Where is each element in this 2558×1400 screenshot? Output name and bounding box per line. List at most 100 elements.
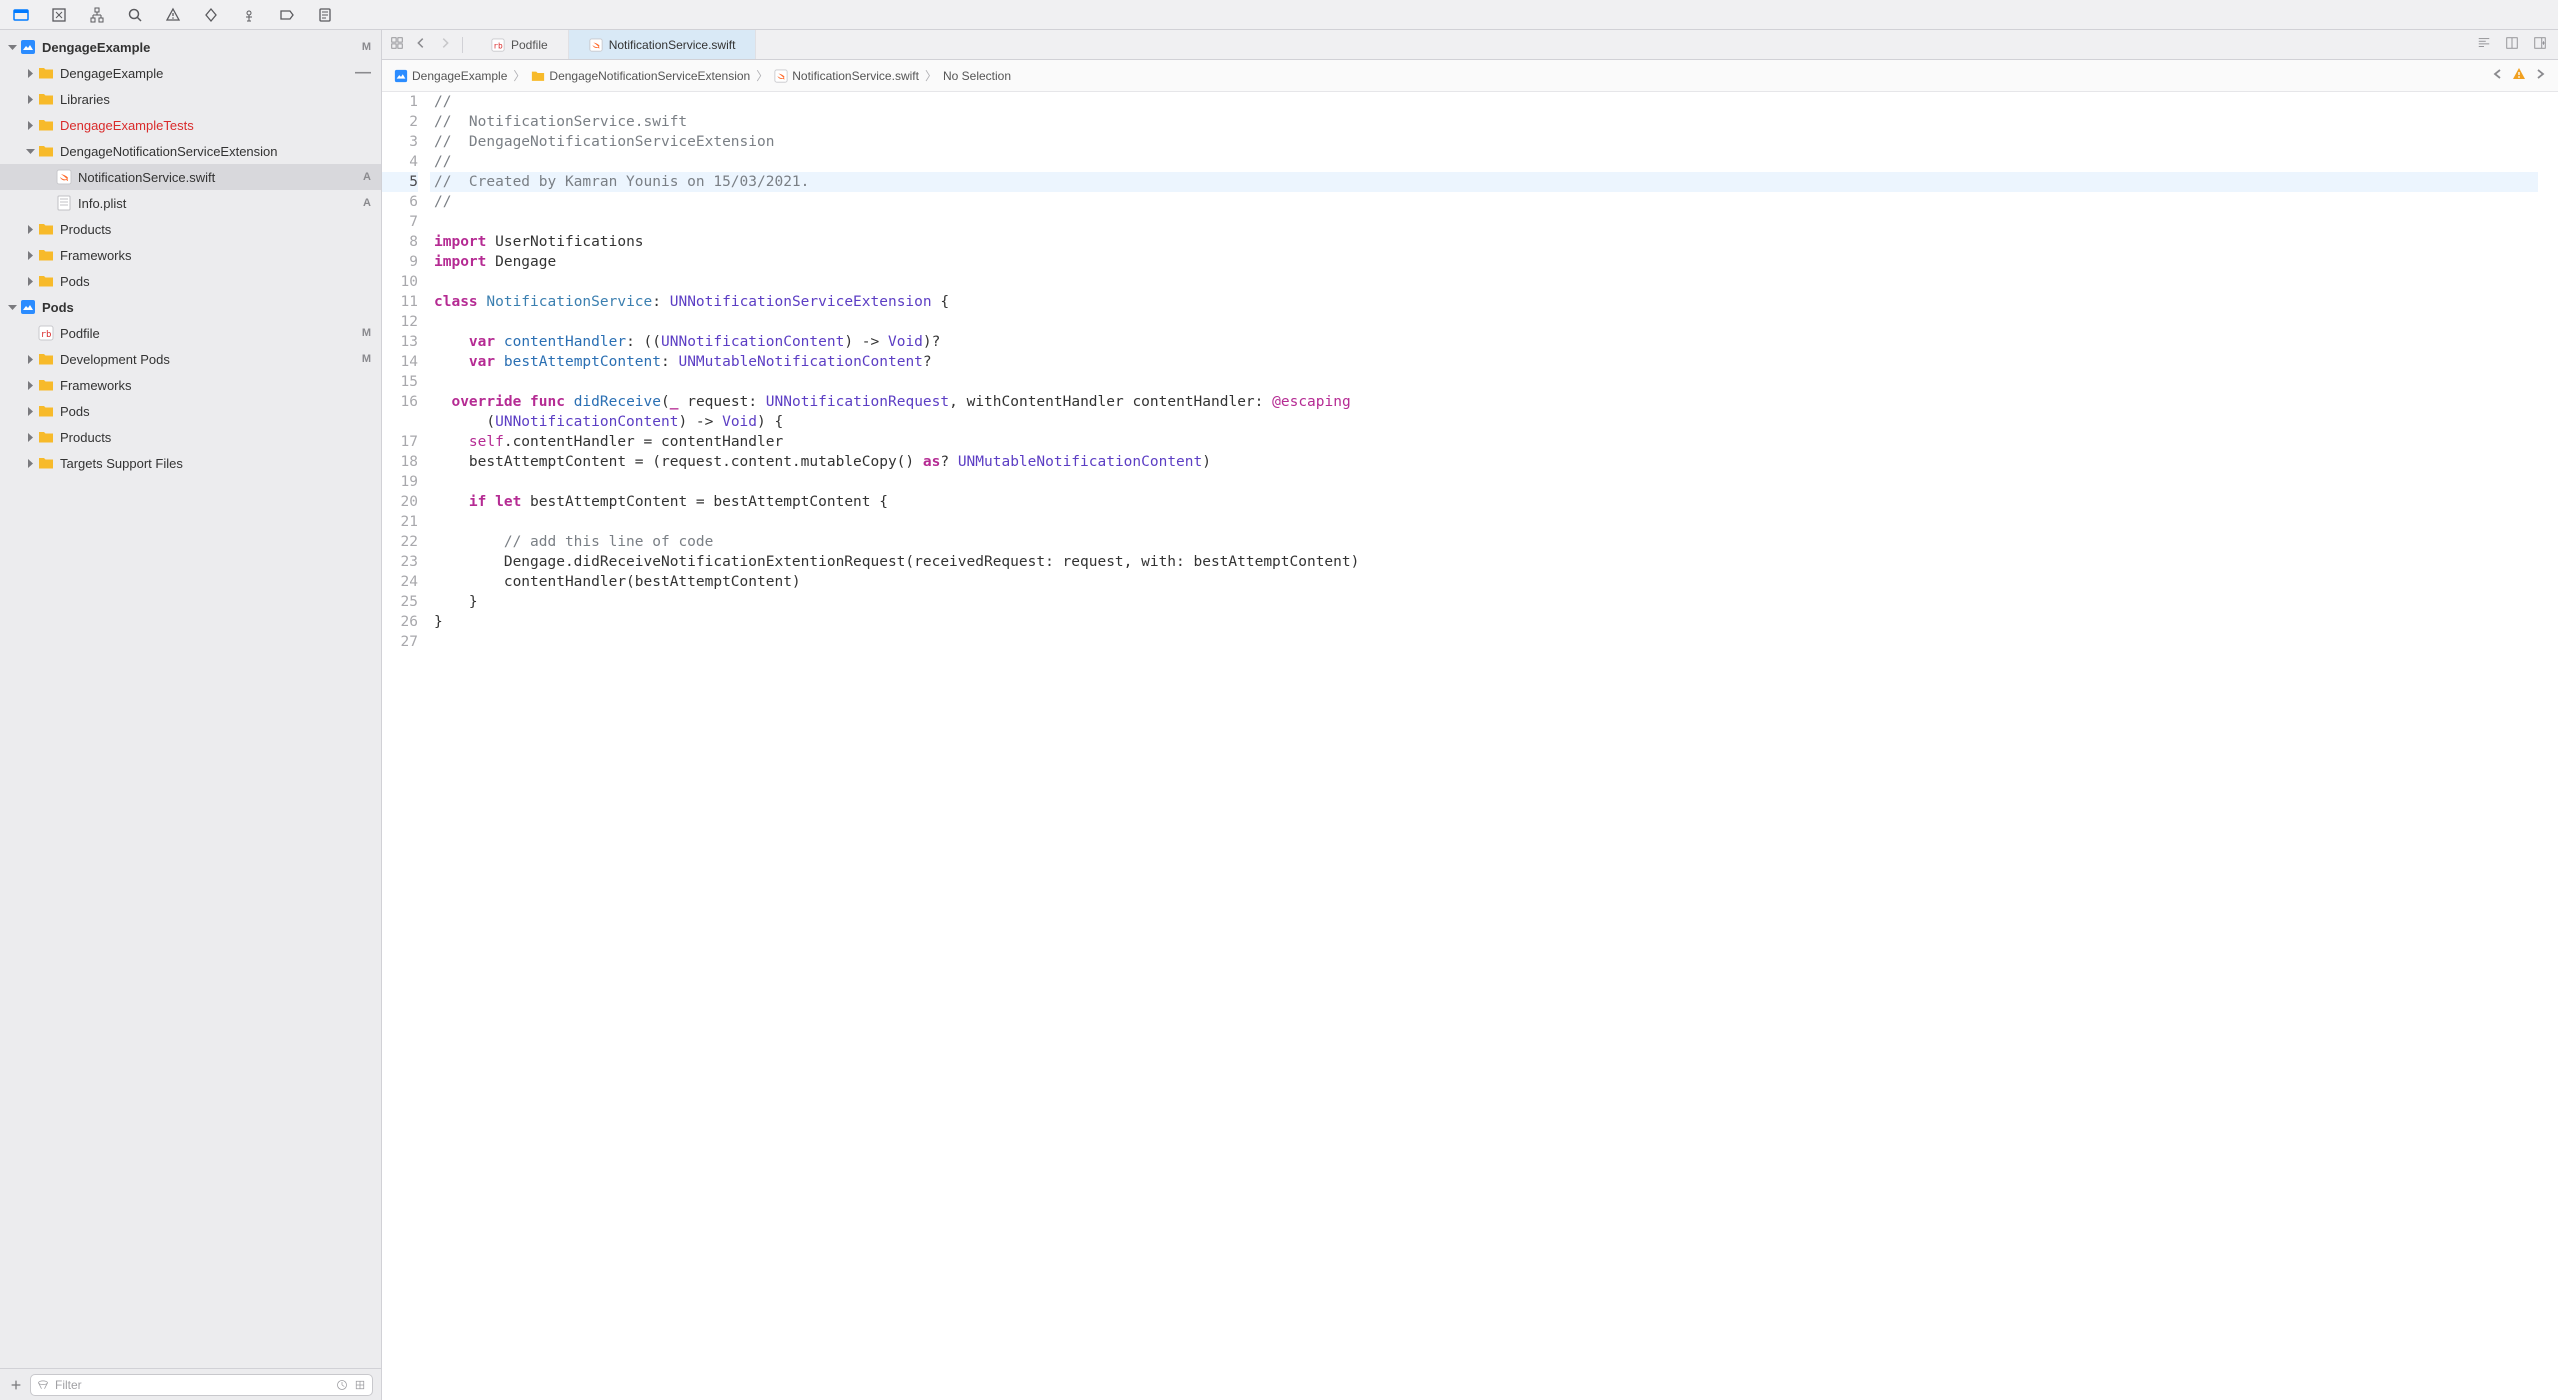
- code-line[interactable]: [430, 472, 2538, 492]
- disclosure-icon[interactable]: [24, 223, 36, 235]
- disclosure-icon[interactable]: [24, 93, 36, 105]
- filter-field-wrap[interactable]: [30, 1374, 373, 1396]
- disclosure-icon[interactable]: [24, 327, 36, 339]
- code-line[interactable]: Dengage.didReceiveNotificationExtentionR…: [430, 552, 2538, 572]
- tree-row[interactable]: Libraries: [0, 86, 381, 112]
- tree-row[interactable]: Frameworks: [0, 242, 381, 268]
- tree-row[interactable]: NotificationService.swiftA: [0, 164, 381, 190]
- disclosure-icon[interactable]: [24, 405, 36, 417]
- code-line[interactable]: self.contentHandler = contentHandler: [430, 432, 2538, 452]
- scm-filter-icon[interactable]: [354, 1379, 366, 1391]
- tree-row[interactable]: Development PodsM: [0, 346, 381, 372]
- code-line[interactable]: contentHandler(bestAttemptContent): [430, 572, 2538, 592]
- code-line[interactable]: class NotificationService: UNNotificatio…: [430, 292, 2538, 312]
- disclosure-icon[interactable]: [6, 41, 18, 53]
- related-items-icon[interactable]: [390, 36, 404, 53]
- code-line[interactable]: [430, 512, 2538, 532]
- line-number: 1: [382, 92, 418, 112]
- code-line[interactable]: if let bestAttemptContent = bestAttemptC…: [430, 492, 2538, 512]
- breadcrumb-item[interactable]: NotificationService.swift: [774, 69, 919, 83]
- code-line[interactable]: override func didReceive(_ request: UNNo…: [430, 392, 2538, 412]
- code-line[interactable]: [430, 632, 2538, 652]
- tree-row[interactable]: Targets Support Files: [0, 450, 381, 476]
- swift-icon: [589, 38, 603, 52]
- tab[interactable]: Podfile: [471, 30, 569, 59]
- code-editor[interactable]: 12345678910111213141516 1718192021222324…: [382, 92, 2558, 1400]
- forward-button[interactable]: [438, 36, 452, 53]
- filter-input[interactable]: [55, 1378, 330, 1392]
- code-line[interactable]: [430, 272, 2538, 292]
- code-line[interactable]: // add this line of code: [430, 532, 2538, 552]
- disclosure-icon[interactable]: [24, 145, 36, 157]
- code-line[interactable]: import UserNotifications: [430, 232, 2538, 252]
- code-line[interactable]: // NotificationService.swift: [430, 112, 2538, 132]
- add-button[interactable]: [8, 1377, 24, 1393]
- next-issue-icon[interactable]: [2534, 68, 2546, 83]
- minimap-toggle-icon[interactable]: [2476, 36, 2492, 53]
- add-editor-icon[interactable]: [2532, 36, 2548, 53]
- tree-row[interactable]: DengageExample—: [0, 60, 381, 86]
- issue-indicator-icon[interactable]: [2512, 67, 2526, 84]
- breakpoint-navigator-icon[interactable]: [278, 6, 296, 24]
- code-line[interactable]: [430, 372, 2538, 392]
- code-line[interactable]: //: [430, 152, 2538, 172]
- disclosure-icon[interactable]: [42, 197, 54, 209]
- line-number: 25: [382, 592, 418, 612]
- code-line[interactable]: import Dengage: [430, 252, 2538, 272]
- tree-row[interactable]: Info.plistA: [0, 190, 381, 216]
- tree-row[interactable]: Products: [0, 424, 381, 450]
- file-tree[interactable]: DengageExampleMDengageExample—LibrariesD…: [0, 30, 381, 1368]
- code-line[interactable]: }: [430, 612, 2538, 632]
- source-control-navigator-icon[interactable]: [50, 6, 68, 24]
- code-line[interactable]: // Created by Kamran Younis on 15/03/202…: [430, 172, 2538, 192]
- jump-bar[interactable]: DengageExample〉DengageNotificationServic…: [382, 60, 2558, 92]
- disclosure-icon[interactable]: [24, 353, 36, 365]
- prev-issue-icon[interactable]: [2492, 68, 2504, 83]
- code-line[interactable]: (UNNotificationContent) -> Void) {: [430, 412, 2538, 432]
- report-navigator-icon[interactable]: [316, 6, 334, 24]
- tree-row[interactable]: DengageExampleM: [0, 34, 381, 60]
- tree-row[interactable]: Frameworks: [0, 372, 381, 398]
- code-line[interactable]: var bestAttemptContent: UNMutableNotific…: [430, 352, 2538, 372]
- breadcrumb-item[interactable]: DengageExample: [394, 69, 507, 83]
- symbol-navigator-icon[interactable]: [88, 6, 106, 24]
- adjust-editor-icon[interactable]: [2504, 36, 2520, 53]
- code-line[interactable]: [430, 212, 2538, 232]
- tree-row[interactable]: Pods: [0, 268, 381, 294]
- project-navigator-icon[interactable]: [12, 6, 30, 24]
- tree-row[interactable]: DengageExampleTests: [0, 112, 381, 138]
- code-line[interactable]: //: [430, 192, 2538, 212]
- find-navigator-icon[interactable]: [126, 6, 144, 24]
- rb-icon: [491, 38, 505, 52]
- breadcrumb-item[interactable]: No Selection: [943, 69, 1011, 83]
- disclosure-icon[interactable]: [6, 301, 18, 313]
- tree-row[interactable]: Pods: [0, 294, 381, 320]
- debug-navigator-icon[interactable]: [240, 6, 258, 24]
- tree-row[interactable]: DengageNotificationServiceExtension: [0, 138, 381, 164]
- back-button[interactable]: [414, 36, 428, 53]
- tree-badge: A: [363, 171, 371, 183]
- code-lines[interactable]: //// NotificationService.swift// Dengage…: [430, 92, 2558, 1400]
- tree-row[interactable]: Pods: [0, 398, 381, 424]
- disclosure-icon[interactable]: [24, 249, 36, 261]
- code-line[interactable]: bestAttemptContent = (request.content.mu…: [430, 452, 2538, 472]
- tab[interactable]: NotificationService.swift: [569, 30, 757, 59]
- code-line[interactable]: var contentHandler: ((UNNotificationCont…: [430, 332, 2538, 352]
- disclosure-icon[interactable]: [24, 275, 36, 287]
- recent-filter-icon[interactable]: [336, 1379, 348, 1391]
- disclosure-icon[interactable]: [42, 171, 54, 183]
- tree-row[interactable]: Products: [0, 216, 381, 242]
- disclosure-icon[interactable]: [24, 119, 36, 131]
- disclosure-icon[interactable]: [24, 67, 36, 79]
- code-line[interactable]: [430, 312, 2538, 332]
- breadcrumb-item[interactable]: DengageNotificationServiceExtension: [531, 69, 750, 83]
- disclosure-icon[interactable]: [24, 457, 36, 469]
- issue-navigator-icon[interactable]: [164, 6, 182, 24]
- disclosure-icon[interactable]: [24, 379, 36, 391]
- code-line[interactable]: // DengageNotificationServiceExtension: [430, 132, 2538, 152]
- test-navigator-icon[interactable]: [202, 6, 220, 24]
- tree-row[interactable]: PodfileM: [0, 320, 381, 346]
- code-line[interactable]: //: [430, 92, 2538, 112]
- disclosure-icon[interactable]: [24, 431, 36, 443]
- code-line[interactable]: }: [430, 592, 2538, 612]
